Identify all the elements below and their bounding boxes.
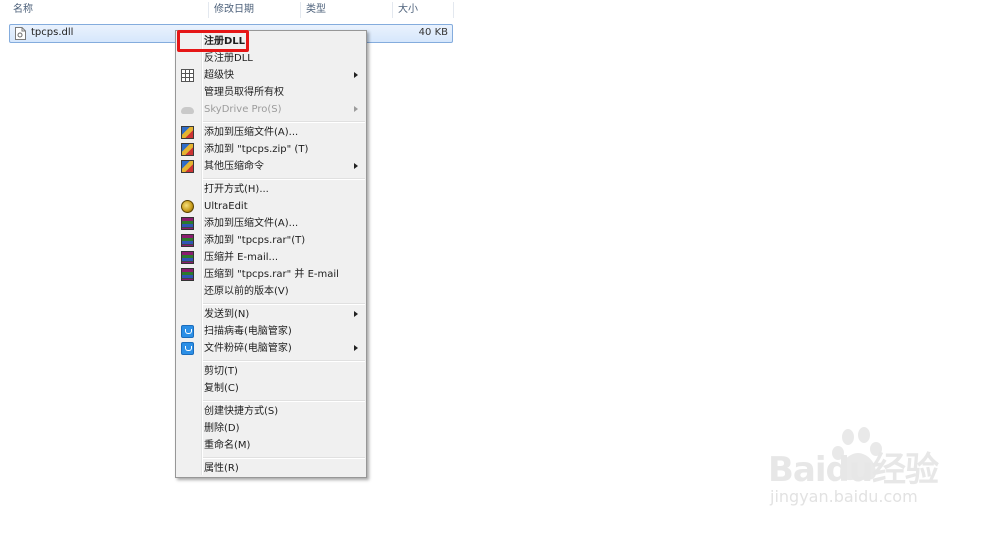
submenu-arrow-icon: [354, 106, 358, 112]
winrar-books-icon: [181, 217, 194, 230]
menu-item-label: 属性(R): [204, 463, 239, 474]
menu-separator: [203, 400, 365, 402]
menu-item[interactable]: 打开方式(H)...: [178, 181, 364, 198]
column-header-bar: 名称 修改日期 类型 大小: [0, 0, 1000, 22]
menu-item[interactable]: 创建快捷方式(S): [178, 403, 364, 420]
menu-item-label: 添加到压缩文件(A)...: [204, 218, 299, 229]
highlight-box: [177, 30, 249, 52]
menu-separator: [203, 178, 365, 180]
menu-item[interactable]: UltraEdit: [178, 198, 364, 215]
menu-item[interactable]: 剪切(T): [178, 363, 364, 380]
cloud-icon: [181, 107, 194, 114]
submenu-arrow-icon: [354, 311, 358, 317]
file-name: tpcps.dll: [31, 27, 74, 38]
menu-item-label: 发送到(N): [204, 309, 250, 320]
menu-item-label: 反注册DLL: [204, 53, 253, 64]
file-size: 40 KB: [418, 27, 448, 38]
menu-item-label: 压缩并 E-mail...: [204, 252, 279, 263]
menu-item[interactable]: 压缩并 E-mail...: [178, 249, 364, 266]
menu-item-label: 添加到 "tpcps.rar"(T): [204, 235, 306, 246]
winrar-box-icon: [181, 126, 194, 139]
menu-item-label: 复制(C): [204, 383, 239, 394]
menu-item[interactable]: 反注册DLL: [178, 50, 364, 67]
column-divider[interactable]: [208, 2, 209, 18]
column-name[interactable]: 名称: [9, 0, 209, 22]
menu-item[interactable]: 发送到(N): [178, 306, 364, 323]
menu-item-label: 扫描病毒(电脑管家): [204, 326, 292, 337]
menu-item[interactable]: 重命名(M): [178, 437, 364, 454]
menu-item[interactable]: 添加到压缩文件(A)...: [178, 215, 364, 232]
menu-item[interactable]: 其他压缩命令: [178, 158, 364, 175]
menu-item-label: 打开方式(H)...: [204, 184, 269, 195]
menu-item-label: 还原以前的版本(V): [204, 286, 289, 297]
menu-item[interactable]: 删除(D): [178, 420, 364, 437]
menu-item-label: UltraEdit: [204, 201, 248, 212]
menu-item[interactable]: 超级快: [178, 67, 364, 84]
winrar-books-icon: [181, 268, 194, 281]
submenu-arrow-icon: [354, 163, 358, 169]
watermark-url: jingyan.baidu.com: [770, 487, 918, 506]
ultraedit-icon: [181, 200, 194, 213]
shield-icon: [181, 325, 194, 338]
winrar-box-icon: [181, 143, 194, 156]
menu-separator: [203, 360, 365, 362]
menu-item-label: 管理员取得所有权: [204, 87, 284, 98]
shield-icon: [181, 342, 194, 355]
menu-item[interactable]: 属性(R): [178, 460, 364, 477]
watermark-brand: Baidu经验: [768, 450, 939, 490]
menu-item-label: 重命名(M): [204, 440, 251, 451]
menu-item-label: 创建快捷方式(S): [204, 406, 279, 417]
menu-item-label: 剪切(T): [204, 366, 238, 377]
winrar-box-icon: [181, 160, 194, 173]
winrar-books-icon: [181, 251, 194, 264]
menu-item: SkyDrive Pro(S): [178, 101, 364, 118]
context-menu: 注册DLL 反注册DLL 超级快 管理员取得所有权 SkyDrive Pro(S) 添加到…: [175, 30, 367, 478]
menu-item-label: 压缩到 "tpcps.rar" 并 E-mail: [204, 269, 339, 280]
winrar-books-icon: [181, 234, 194, 247]
menu-item-label: 添加到 "tpcps.zip" (T): [204, 144, 309, 155]
menu-item-label: 删除(D): [204, 423, 240, 434]
menu-item[interactable]: 还原以前的版本(V): [178, 283, 364, 300]
menu-separator: [203, 303, 365, 305]
menu-item[interactable]: 添加到 "tpcps.rar"(T): [178, 232, 364, 249]
column-divider[interactable]: [453, 2, 454, 18]
menu-item-label: SkyDrive Pro(S): [204, 104, 282, 115]
column-divider[interactable]: [300, 2, 301, 18]
menu-item-label: 其他压缩命令: [204, 161, 264, 172]
menu-separator: [203, 457, 365, 459]
submenu-arrow-icon: [354, 72, 358, 78]
menu-item-label: 添加到压缩文件(A)...: [204, 127, 299, 138]
menu-item[interactable]: 文件粉碎(电脑管家): [178, 340, 364, 357]
column-divider[interactable]: [392, 2, 393, 18]
menu-item[interactable]: 添加到压缩文件(A)...: [178, 124, 364, 141]
menu-item-label: 超级快: [204, 70, 234, 81]
menu-item[interactable]: 压缩到 "tpcps.rar" 并 E-mail: [178, 266, 364, 283]
menu-item-label: 文件粉碎(电脑管家): [204, 343, 292, 354]
menu-item[interactable]: 管理员取得所有权: [178, 84, 364, 101]
column-modified[interactable]: 修改日期: [210, 0, 300, 22]
dll-file-icon: [15, 27, 26, 40]
menu-separator: [203, 121, 365, 123]
column-size[interactable]: 大小: [394, 0, 454, 22]
submenu-arrow-icon: [354, 345, 358, 351]
menu-item[interactable]: 扫描病毒(电脑管家): [178, 323, 364, 340]
menu-item[interactable]: 添加到 "tpcps.zip" (T): [178, 141, 364, 158]
menu-item[interactable]: 复制(C): [178, 380, 364, 397]
column-type[interactable]: 类型: [302, 0, 392, 22]
grid-icon: [181, 69, 194, 82]
